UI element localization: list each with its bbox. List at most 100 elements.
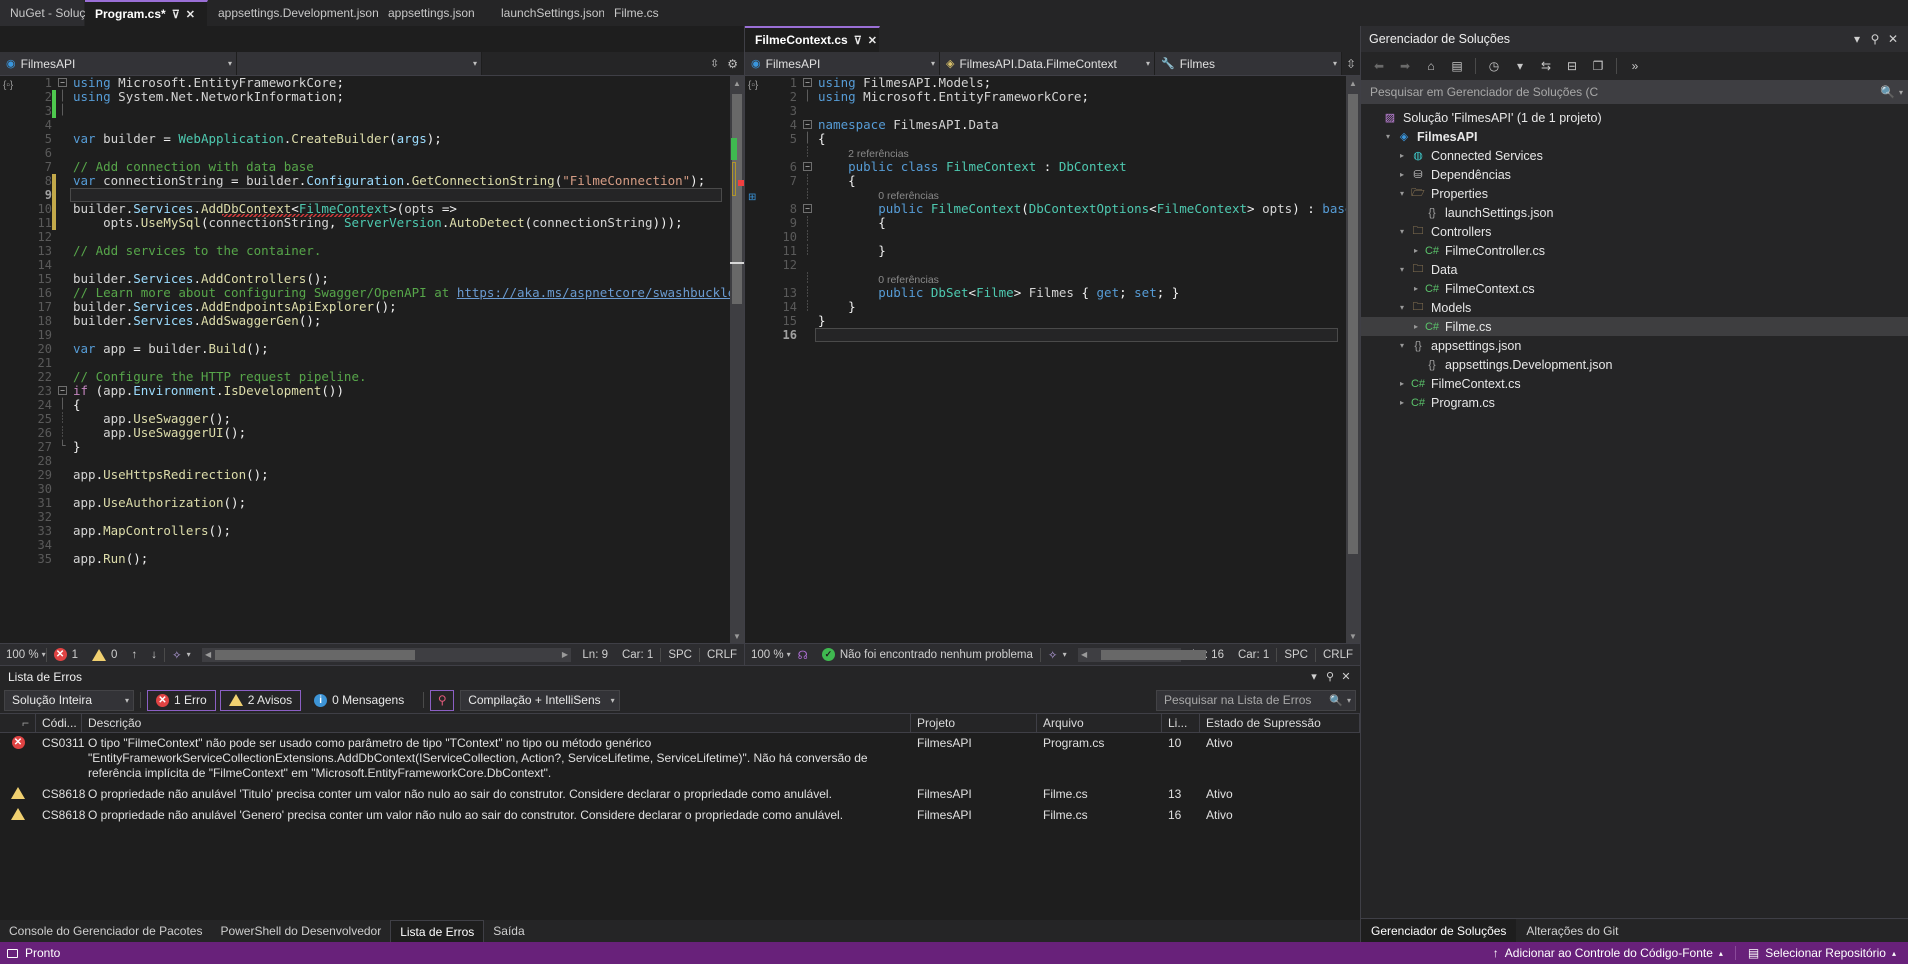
- filter-button[interactable]: ⚲: [430, 689, 455, 711]
- error-list-search-input[interactable]: Pesquisar na Lista de Erros 🔍 ▾: [1156, 689, 1356, 711]
- code-line[interactable]: 14 ┊ }: [767, 300, 1346, 315]
- search-icon[interactable]: 🔍: [1329, 694, 1343, 707]
- fold-marker-icon[interactable]: │: [56, 398, 69, 412]
- fold-marker-icon[interactable]: ┊: [801, 300, 814, 314]
- warning-count-chip[interactable]: 2 Avisos: [219, 689, 302, 711]
- scroll-up-icon[interactable]: ▲: [1346, 76, 1360, 90]
- fold-marker-icon[interactable]: │: [56, 104, 69, 118]
- expander-icon[interactable]: ▸: [1395, 151, 1409, 160]
- prev-issue-button[interactable]: ↑: [124, 644, 144, 665]
- fold-marker-icon[interactable]: ┊: [801, 174, 814, 188]
- code-line[interactable]: 15 builder.Services.AddControllers();: [22, 272, 730, 287]
- tab-appsettings-json[interactable]: appsettings.json: [378, 0, 491, 26]
- se-bottom-tab[interactable]: Alterações do Git: [1516, 919, 1628, 942]
- code-line[interactable]: 10 builder.Services.AddDbContext<FilmeCon…: [22, 202, 730, 217]
- chevron-down-icon[interactable]: ▾: [1325, 59, 1337, 68]
- code-line[interactable]: 24 │ {: [22, 398, 730, 413]
- tab-launchsettings-json[interactable]: launchSettings.json: [491, 0, 605, 26]
- code-line[interactable]: 1− using FilmesAPI.Models;: [767, 76, 1346, 90]
- sync-icon[interactable]: ⇆: [1534, 55, 1558, 77]
- collapse-all-glyph-icon[interactable]: {▫}: [3, 80, 13, 91]
- chevron-down-icon[interactable]: ▾: [923, 59, 935, 68]
- code-line[interactable]: 9: [22, 188, 730, 202]
- code-line[interactable]: 5 │ {: [767, 132, 1346, 147]
- collapse-all-icon[interactable]: ⊟: [1560, 55, 1584, 77]
- back-icon[interactable]: ⬅: [1367, 55, 1391, 77]
- scroll-down-icon[interactable]: ▼: [730, 629, 744, 643]
- forward-icon[interactable]: ➡: [1393, 55, 1417, 77]
- chevron-down-icon[interactable]: ▾: [1343, 696, 1351, 705]
- type-selector-right[interactable]: ◈ FilmesAPI.Data.FilmeContext ▾: [940, 52, 1155, 75]
- tool-window-tab[interactable]: Lista de Erros: [390, 920, 485, 942]
- code-line[interactable]: 17 builder.Services.AddEndpointsApiExplor…: [22, 300, 730, 315]
- code-line[interactable]: 30: [22, 482, 730, 496]
- split-view-icon[interactable]: ⇳: [1342, 52, 1360, 75]
- left-vertical-scrollbar[interactable]: ▲ ▼: [730, 76, 744, 643]
- code-line[interactable]: 23− if (app.Environment.IsDevelopment()): [22, 384, 730, 399]
- code-line[interactable]: 22 // Configure the HTTP request pipeline…: [22, 370, 730, 385]
- pin-icon[interactable]: ⊽: [854, 34, 862, 47]
- column-header-project[interactable]: Projeto: [911, 714, 1037, 732]
- message-count-chip[interactable]: i 0 Mensagens: [305, 689, 414, 711]
- code-line[interactable]: 34: [22, 538, 730, 552]
- pin-icon[interactable]: ⚲: [1322, 670, 1338, 683]
- spaces-indicator-right[interactable]: SPC: [1277, 644, 1315, 665]
- chevron-up-icon[interactable]: ▴: [1892, 949, 1896, 958]
- chevron-down-icon[interactable]: ▾: [1306, 670, 1322, 683]
- member-selector-left[interactable]: ▾: [237, 52, 482, 75]
- tree-item[interactable]: ▸ C# FilmeContext.cs: [1361, 374, 1908, 393]
- error-count-left[interactable]: ✕ 1: [47, 644, 85, 665]
- build-filter-selector[interactable]: Compilação + IntelliSens ▾: [460, 689, 620, 711]
- code-line[interactable]: 4− namespace FilmesAPI.Data: [767, 118, 1346, 133]
- settings-gear-icon[interactable]: ⚙: [727, 57, 738, 71]
- io-glyph-icon[interactable]: ⊞: [748, 192, 756, 203]
- zoom-level-right[interactable]: 100 % ▾: [745, 649, 791, 661]
- home-icon[interactable]: ⌂: [1419, 55, 1443, 77]
- hscroll-thumb[interactable]: [1100, 649, 1206, 660]
- code-line[interactable]: 25 ┊ app.UseSwagger();: [22, 412, 730, 427]
- expander-icon[interactable]: ▾: [1395, 227, 1409, 236]
- chevron-down-icon[interactable]: ▾: [187, 650, 191, 659]
- expander-icon[interactable]: ▸: [1395, 398, 1409, 407]
- expander-icon[interactable]: ▾: [1381, 132, 1395, 141]
- member-selector-right[interactable]: 🔧 Filmes ▾: [1155, 52, 1342, 75]
- pending-changes-icon[interactable]: ▤: [1445, 55, 1469, 77]
- code-line[interactable]: 1− using Microsoft.EntityFrameworkCore;: [22, 76, 730, 90]
- scrollbar-thumb[interactable]: [732, 94, 742, 304]
- fold-marker-icon[interactable]: −: [801, 202, 814, 216]
- code-line[interactable]: 6: [22, 146, 730, 160]
- code-line[interactable]: 12: [767, 258, 1346, 272]
- right-horizontal-scrollbar[interactable]: ◀ ▶: [1077, 647, 1206, 662]
- scroll-right-icon[interactable]: ▶: [558, 650, 571, 659]
- code-line[interactable]: 3 │: [22, 104, 730, 118]
- tree-item[interactable]: {} appsettings.Development.json: [1361, 355, 1908, 374]
- chevron-down-icon[interactable]: ▾: [601, 696, 615, 705]
- fold-marker-icon[interactable]: └: [56, 440, 69, 454]
- code-line[interactable]: 6− public class FilmeContext : DbContext: [767, 160, 1346, 175]
- code-line[interactable]: 33 app.MapControllers();: [22, 524, 730, 539]
- code-line[interactable]: 13 // Add services to the container.: [22, 244, 730, 259]
- chevron-down-icon[interactable]: ▾: [1895, 88, 1903, 97]
- fold-marker-icon[interactable]: ┊: [801, 244, 814, 258]
- expander-icon[interactable]: ▸: [1409, 322, 1423, 331]
- pin-icon[interactable]: ⚲: [1866, 32, 1884, 46]
- expander-icon[interactable]: ▾: [1395, 303, 1409, 312]
- table-row[interactable]: CS8618 O propriedade não anulável 'Titulo…: [0, 784, 1360, 805]
- code-line[interactable]: ┊ 2 referências: [767, 146, 1346, 160]
- next-issue-button[interactable]: ↓: [144, 644, 164, 665]
- select-repository-button[interactable]: ▤ Selecionar Repositório ▴: [1734, 946, 1908, 960]
- collapse-all-glyph-icon[interactable]: {▫}: [748, 80, 758, 91]
- code-line[interactable]: 2 │ using System.Net.NetworkInformation;: [22, 90, 730, 104]
- left-code-area[interactable]: 1− using Microsoft.EntityFrameworkCore; 2 │…: [22, 76, 730, 643]
- code-line[interactable]: 28: [22, 454, 730, 468]
- code-line[interactable]: 16 // Learn more about configuring Swagge…: [22, 286, 730, 301]
- code-line[interactable]: 7 // Add connection with data base: [22, 160, 730, 175]
- tree-item[interactable]: ▾ 🗀 Data: [1361, 260, 1908, 279]
- search-icon[interactable]: 🔍: [1880, 85, 1895, 99]
- project-selector-left[interactable]: ◉ FilmesAPI ▾: [0, 52, 237, 75]
- chevron-down-icon[interactable]: ▾: [115, 696, 129, 705]
- tool-window-tab[interactable]: Saída: [484, 920, 533, 942]
- eol-indicator-left[interactable]: CRLF: [700, 644, 744, 665]
- left-horizontal-scrollbar[interactable]: ◀ ▶: [201, 647, 572, 662]
- tab-nuget-solucao[interactable]: NuGet - Solução: [0, 0, 99, 26]
